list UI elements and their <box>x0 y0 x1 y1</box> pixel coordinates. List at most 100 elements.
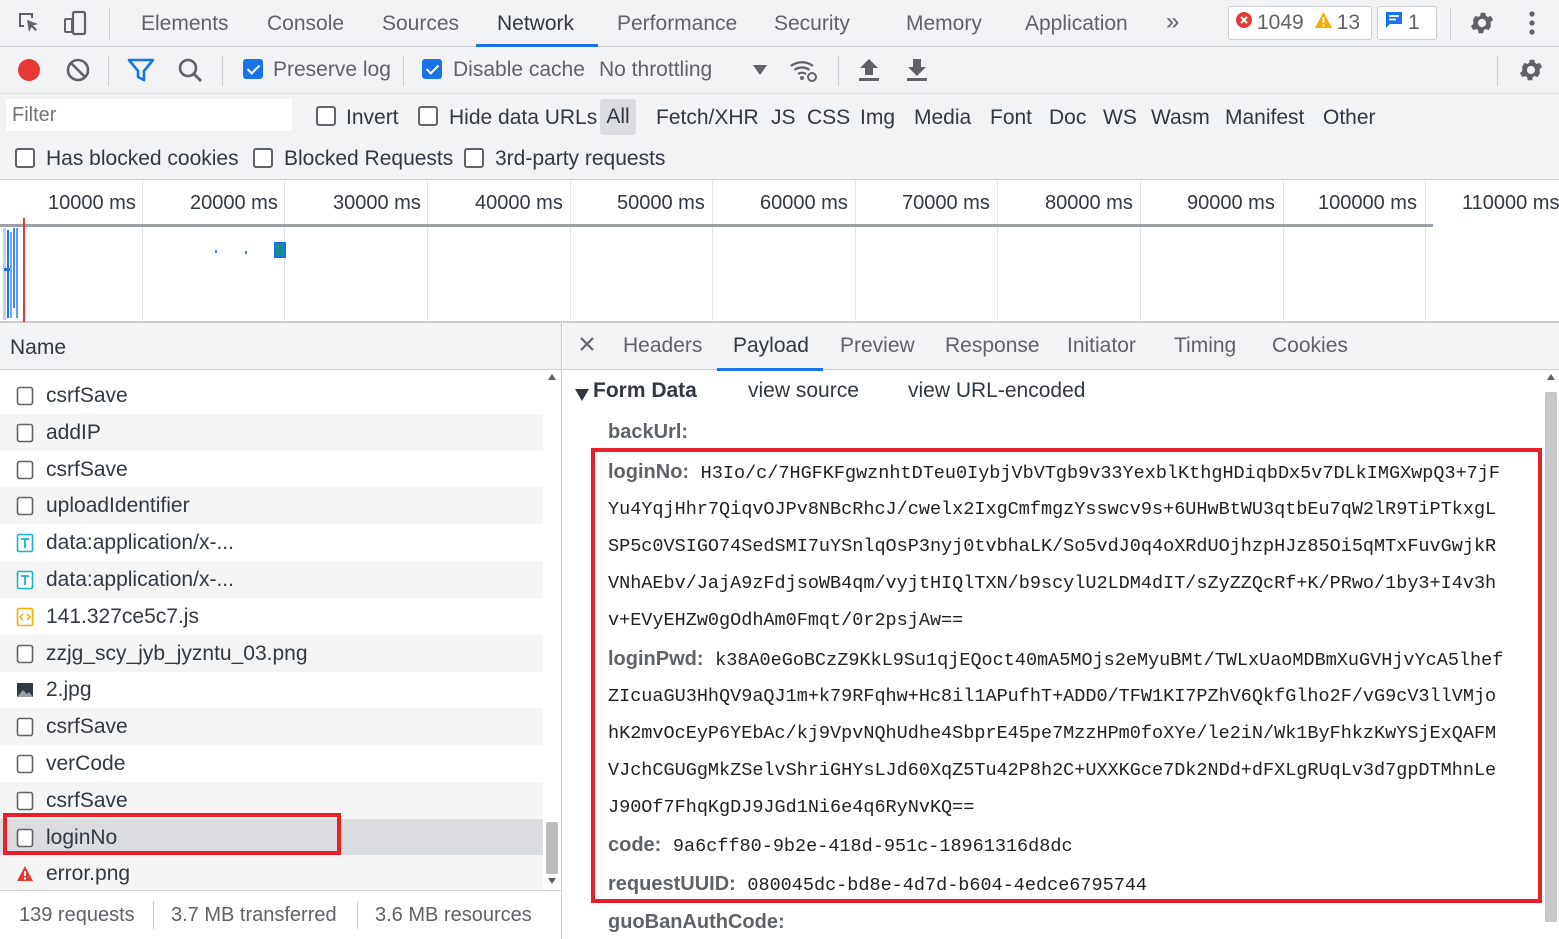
settings-gear-icon[interactable] <box>1467 8 1497 38</box>
search-icon[interactable] <box>175 55 205 85</box>
tab-response[interactable]: Response <box>945 334 1040 358</box>
tab-security[interactable]: Security <box>774 0 850 46</box>
type-filter-ws[interactable]: WS <box>1103 106 1137 130</box>
type-filter-other[interactable]: Other <box>1323 106 1376 130</box>
tab-application[interactable]: Application <box>1025 0 1128 46</box>
blocked-requests-label: Blocked Requests <box>284 147 454 170</box>
request-row[interactable]: 2.jpg <box>0 671 543 708</box>
timeline-tick: 60000 ms <box>760 192 848 214</box>
request-name: csrfSave <box>46 715 128 738</box>
request-row[interactable]: data:application/x-... <box>0 561 543 598</box>
request-list-scrollbar[interactable] <box>545 372 559 887</box>
tab-preview[interactable]: Preview <box>840 334 915 358</box>
request-list-panel: Name csrfSave addIP csrfSave uploadIdentifi… <box>0 322 562 939</box>
doc-icon <box>16 717 34 737</box>
network-settings-gear-icon[interactable] <box>1516 55 1546 85</box>
tab-performance[interactable]: Performance <box>617 0 737 46</box>
timeline-tick: 10000 ms <box>48 192 136 214</box>
type-filter-js[interactable]: JS <box>771 106 796 130</box>
request-row[interactable]: verCode <box>0 745 543 782</box>
tab-payload[interactable]: Payload <box>733 334 809 358</box>
throttling-select[interactable]: No throttling <box>599 58 712 82</box>
doc-icon <box>16 754 34 774</box>
import-har-upload-icon[interactable] <box>854 55 884 85</box>
messages-counter[interactable]: 1 <box>1377 6 1437 40</box>
clear-icon[interactable] <box>63 55 93 85</box>
type-filter-img[interactable]: Img <box>860 106 895 130</box>
field-key-backurl: backUrl: <box>608 421 689 443</box>
request-count: 139 requests <box>19 904 135 926</box>
tab-timing[interactable]: Timing <box>1174 334 1236 358</box>
type-filter-manifest[interactable]: Manifest <box>1225 106 1304 130</box>
has-blocked-cookies-label: Has blocked cookies <box>46 147 239 170</box>
request-row[interactable]: csrfSave <box>0 708 543 745</box>
tab-elements[interactable]: Elements <box>141 0 229 46</box>
invert-checkbox[interactable] <box>316 106 336 126</box>
blocked-requests-checkbox[interactable] <box>253 148 273 168</box>
doc-icon <box>16 460 34 480</box>
timeline-tick: 90000 ms <box>1187 192 1275 214</box>
request-name: uploadIdentifier <box>46 494 190 517</box>
filter-funnel-icon[interactable] <box>126 55 156 85</box>
hide-data-urls-checkbox[interactable] <box>418 106 438 126</box>
request-row[interactable]: addIP <box>0 414 543 451</box>
type-filter-media[interactable]: Media <box>914 106 971 130</box>
request-row[interactable]: csrfSave <box>0 451 543 488</box>
view-source-link[interactable]: view source <box>748 379 859 403</box>
tab-headers[interactable]: Headers <box>623 334 702 358</box>
highlight-box-form-fields <box>591 448 1542 903</box>
inspect-element-icon[interactable] <box>14 8 44 38</box>
warning-icon <box>1314 11 1333 35</box>
preserve-log-checkbox[interactable] <box>243 59 263 79</box>
timeline-overview[interactable]: 10000 ms 20000 ms 30000 ms 40000 ms 5000… <box>0 180 1559 322</box>
form-data-title[interactable]: Form Data <box>593 379 697 403</box>
detail-scrollbar[interactable] <box>1543 370 1559 939</box>
issues-counter[interactable]: 1049 13 <box>1228 6 1372 40</box>
timeline-tick: 80000 ms <box>1045 192 1133 214</box>
tab-initiator[interactable]: Initiator <box>1067 334 1136 358</box>
tab-sources[interactable]: Sources <box>382 0 459 46</box>
type-filter-wasm[interactable]: Wasm <box>1151 106 1210 130</box>
view-url-encoded-link[interactable]: view URL-encoded <box>908 379 1085 403</box>
filter-input[interactable] <box>6 99 292 131</box>
tab-network[interactable]: Network <box>497 0 574 46</box>
export-har-download-icon[interactable] <box>902 55 932 85</box>
type-filter-css[interactable]: CSS <box>807 106 850 130</box>
request-row[interactable]: data:application/x-... <box>0 524 543 561</box>
has-blocked-cookies-checkbox[interactable] <box>15 148 35 168</box>
request-name: error.png <box>46 862 131 885</box>
more-tabs-button[interactable]: » <box>1166 0 1179 46</box>
error-icon <box>1235 11 1253 35</box>
request-row[interactable]: uploadIdentifier <box>0 487 543 524</box>
request-row[interactable]: 141.327ce5c7.js <box>0 598 543 635</box>
network-status-bar: 139 requests 3.7 MB transferred 3.6 MB r… <box>0 890 561 939</box>
type-filter-font[interactable]: Font <box>990 106 1032 130</box>
tab-memory[interactable]: Memory <box>906 0 982 46</box>
message-icon <box>1384 10 1404 36</box>
request-row[interactable]: csrfSave <box>0 377 543 414</box>
network-conditions-wifi-icon[interactable] <box>789 55 819 85</box>
timeline-tick: 40000 ms <box>475 192 563 214</box>
preserve-log-label: Preserve log <box>273 58 391 81</box>
dropdown-triangle-icon[interactable] <box>745 55 775 85</box>
device-toolbar-icon[interactable] <box>60 8 90 38</box>
tab-console[interactable]: Console <box>267 0 344 46</box>
request-name: 141.327ce5c7.js <box>46 605 199 628</box>
third-party-requests-checkbox[interactable] <box>464 148 484 168</box>
form-data-collapse-triangle-icon[interactable] <box>575 384 589 407</box>
request-row[interactable]: error.png <box>0 855 543 892</box>
close-detail-icon[interactable] <box>579 335 595 358</box>
toolbar-divider <box>109 9 110 39</box>
timeline-tick: 100000 ms <box>1318 192 1417 214</box>
toolbar-divider <box>108 56 109 86</box>
tab-cookies[interactable]: Cookies <box>1272 334 1348 358</box>
disable-cache-checkbox[interactable] <box>422 59 442 79</box>
type-filter-doc[interactable]: Doc <box>1049 106 1086 130</box>
type-filter-all[interactable]: All <box>600 99 636 135</box>
more-options-icon[interactable] <box>1517 8 1547 38</box>
type-filter-fetch-xhr[interactable]: Fetch/XHR <box>656 106 759 130</box>
request-row[interactable]: zzjg_scy_jyb_jyzntu_03.png <box>0 635 543 672</box>
request-name: 2.jpg <box>46 678 92 701</box>
record-icon[interactable] <box>14 55 44 85</box>
third-party-requests-label: 3rd-party requests <box>495 147 666 170</box>
